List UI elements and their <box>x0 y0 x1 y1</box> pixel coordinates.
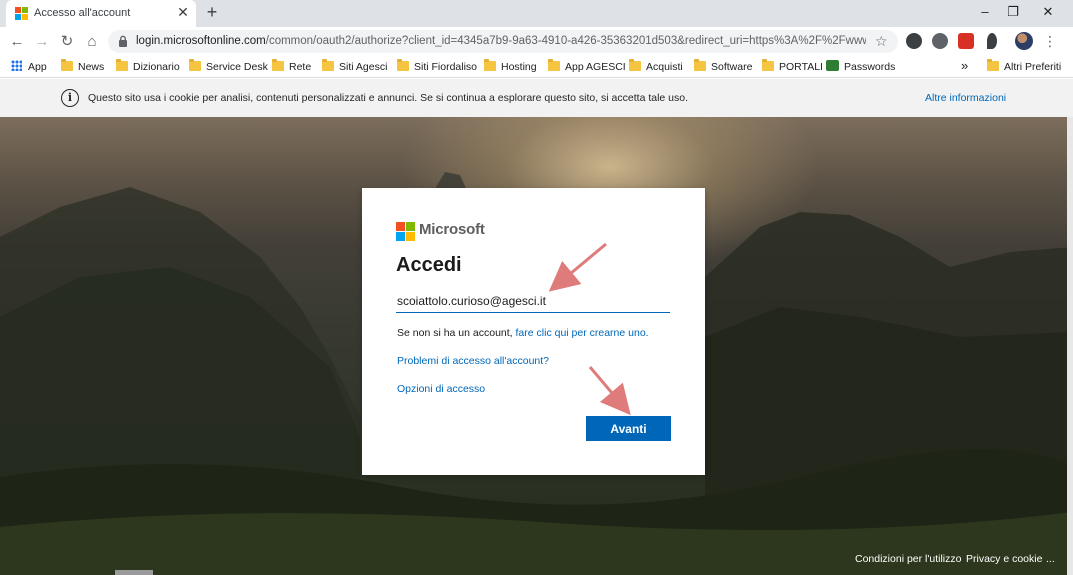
bookmark-label: Hosting <box>501 61 537 73</box>
bookmark-label: News <box>78 61 105 73</box>
url-path: /common/oauth2/authorize?client_id=4345a… <box>265 35 866 47</box>
folder-icon <box>397 59 409 71</box>
cookie-message: Questo sito usa i cookie per analisi, co… <box>88 92 689 104</box>
folder-icon <box>189 59 201 71</box>
bookmark-label: Siti Agesci <box>339 61 388 73</box>
new-tab-button[interactable]: + <box>202 2 222 22</box>
profile-avatar[interactable] <box>1015 32 1033 50</box>
bookmark-label: App AGESCI <box>565 61 626 73</box>
active-tab[interactable]: Accesso all'account ✕ <box>6 0 196 27</box>
bookmark-item[interactable]: News <box>61 59 104 75</box>
bookmark-item[interactable]: Passwords <box>826 59 895 75</box>
bookmarks-bar: App News Dizionario Service Desk Rete Si… <box>0 56 1073 78</box>
tab-close-icon[interactable]: ✕ <box>174 3 192 21</box>
bookmark-star-icon[interactable]: ☆ <box>875 33 888 50</box>
bookmark-label: PORTALI <box>779 61 823 73</box>
privacy-link[interactable]: Privacy e cookie <box>966 553 1042 565</box>
bookmark-item[interactable]: Acquisti <box>629 59 683 75</box>
folder-icon <box>61 59 73 71</box>
folder-icon <box>987 59 999 71</box>
extension-icon[interactable] <box>906 33 922 49</box>
other-bookmarks-folder[interactable]: Altri Preferiti <box>987 59 1061 75</box>
restore-button[interactable]: ❐ <box>996 0 1030 24</box>
bookmark-item[interactable]: Dizionario <box>116 59 180 75</box>
no-account-label: Se non si ha un account, <box>397 327 513 339</box>
bookmark-label: Service Desk <box>206 61 268 73</box>
info-icon: i <box>61 89 79 107</box>
tab-title: Accesso all'account <box>34 7 131 19</box>
bookmark-label: Passwords <box>844 61 896 73</box>
reload-button[interactable]: ↻ <box>56 31 78 53</box>
more-info-link[interactable]: Altre informazioni <box>925 92 1006 104</box>
folder-icon <box>322 59 334 71</box>
create-account-link[interactable]: fare clic qui per crearne uno. <box>516 327 649 339</box>
bookmark-item[interactable]: Service Desk <box>189 59 268 75</box>
bookmark-item[interactable]: Siti Fiordaliso <box>397 59 477 75</box>
bookmark-label: Siti Fiordaliso <box>414 61 478 73</box>
signin-problems-link[interactable]: Problemi di accesso all'account? <box>397 355 549 367</box>
url-text[interactable]: login.microsoftonline.com/common/oauth2/… <box>136 35 866 47</box>
tab-strip: Accesso all'account ✕ + – ❐ ✕ <box>0 0 1073 27</box>
bookmark-item[interactable]: App <box>11 59 47 75</box>
skype-extension-icon[interactable] <box>932 33 948 49</box>
bookmark-item[interactable]: App AGESCI <box>548 59 626 75</box>
bookmark-item[interactable]: Siti Agesci <box>322 59 387 75</box>
forward-button[interactable]: → <box>31 31 53 53</box>
horizontal-scrollbar-thumb[interactable] <box>115 570 153 575</box>
cookie-banner: i Questo sito usa i cookie per analisi, … <box>0 79 1073 117</box>
folder-icon <box>629 59 641 71</box>
signin-card: Microsoft Accedi Se non si ha un account… <box>362 188 705 475</box>
brand-name: Microsoft <box>419 221 485 238</box>
browser-menu-icon[interactable]: ⋮ <box>1043 31 1057 51</box>
folder-icon <box>272 59 284 71</box>
email-field[interactable] <box>396 289 670 313</box>
lock-icon[interactable] <box>118 35 128 50</box>
terms-link[interactable]: Condizioni per l'utilizzo <box>855 553 961 565</box>
folder-icon <box>484 59 496 71</box>
microsoft-favicon-icon <box>15 7 28 20</box>
next-button[interactable]: Avanti <box>586 416 671 441</box>
footer-more-button[interactable]: ... <box>1046 553 1055 565</box>
home-button[interactable]: ⌂ <box>81 31 103 53</box>
bookmark-label: Acquisti <box>646 61 683 73</box>
location-extension-icon[interactable] <box>987 33 997 49</box>
url-host: login.microsoftonline.com <box>136 35 266 47</box>
close-window-button[interactable]: ✕ <box>1031 0 1065 24</box>
bookmark-item[interactable]: Software <box>694 59 752 75</box>
apps-grid-icon <box>11 60 22 71</box>
bookmark-label: App <box>28 61 47 73</box>
bookmark-item[interactable]: Rete <box>272 59 311 75</box>
microsoft-logo-icon <box>396 222 415 241</box>
bookmark-item[interactable]: Hosting <box>484 59 537 75</box>
folder-icon <box>694 59 706 71</box>
bookmarks-overflow-button[interactable]: » <box>961 59 968 75</box>
folder-icon <box>548 59 560 71</box>
back-button[interactable]: ← <box>6 31 28 53</box>
bookmark-label: Altri Preferiti <box>1004 61 1062 73</box>
no-account-text: Se non si ha un account, fare clic qui p… <box>397 327 649 339</box>
signin-options-link[interactable]: Opzioni di accesso <box>397 383 485 395</box>
bookmark-label: Dizionario <box>133 61 180 73</box>
folder-icon <box>116 59 128 71</box>
browser-toolbar: ← → ↻ ⌂ login.microsoftonline.com/common… <box>0 27 1073 56</box>
folder-icon <box>762 59 774 71</box>
password-icon <box>826 60 839 71</box>
page-title: Accedi <box>396 254 462 276</box>
vertical-scrollbar[interactable] <box>1067 117 1073 575</box>
bookmark-label: Rete <box>289 61 312 73</box>
address-bar[interactable]: login.microsoftonline.com/common/oauth2/… <box>108 30 898 53</box>
bookmark-item[interactable]: PORTALI <box>762 59 823 75</box>
red-extension-icon[interactable] <box>958 33 974 49</box>
bookmark-label: Software <box>711 61 753 73</box>
